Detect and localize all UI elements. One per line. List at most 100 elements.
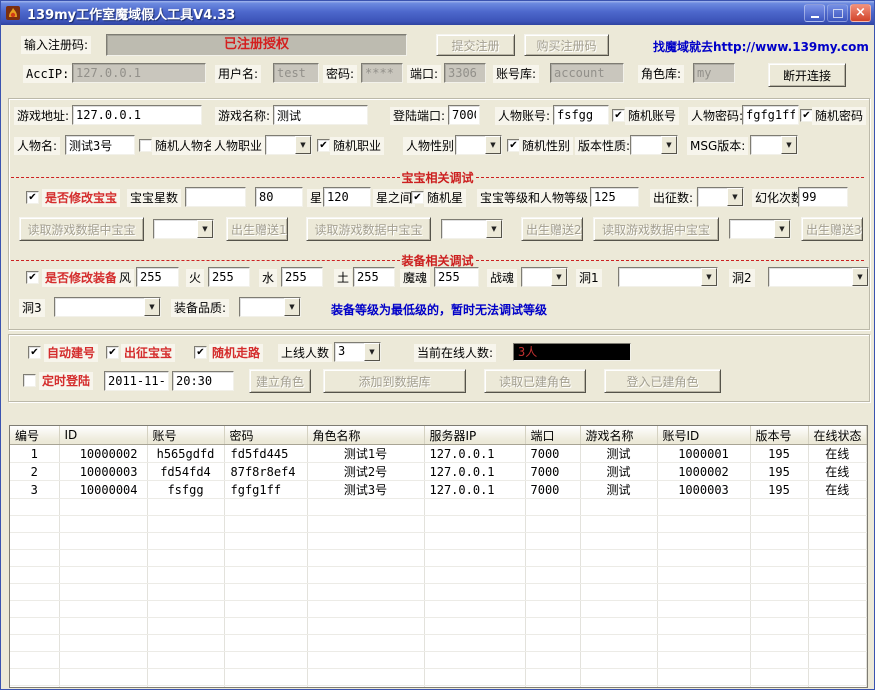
hole3-value [55, 298, 144, 316]
pet-star-input[interactable] [185, 187, 246, 207]
add-to-db-button: 添加到数据库 [323, 369, 466, 393]
star-max-input[interactable] [323, 187, 371, 207]
table-cell: 测试3号 [307, 481, 424, 499]
table-row[interactable] [10, 618, 867, 635]
column-header[interactable]: 账号 [147, 426, 224, 445]
online-count-select[interactable]: 3 ▼ [334, 342, 381, 362]
hole1-select[interactable]: ▼ [618, 267, 718, 287]
auto-create-checkbox[interactable]: ✔ [28, 346, 41, 359]
column-header[interactable]: 角色名称 [307, 426, 424, 445]
minimize-button-icon[interactable] [804, 4, 825, 22]
column-header[interactable]: 编号 [10, 426, 59, 445]
modify-pet-checkbox[interactable]: ✔ [26, 191, 39, 204]
column-header[interactable]: 账号ID [657, 426, 750, 445]
maximize-button-icon[interactable] [827, 4, 848, 22]
random-walk-checkbox[interactable]: ✔ [194, 346, 207, 359]
table-row[interactable]: 310000004fsfggfgfg1ff测试3号127.0.0.17000测试… [10, 481, 867, 499]
random-job-checkbox[interactable]: ✔ [317, 139, 330, 152]
random-account-checkbox[interactable]: ✔ [612, 109, 625, 122]
table-cell [59, 601, 147, 618]
table-row[interactable]: 210000003fd54fd487f8r8ef4测试2号127.0.0.170… [10, 463, 867, 481]
char-password-label: 人物密码: [688, 107, 746, 125]
table-row[interactable] [10, 635, 867, 652]
table-cell [808, 584, 867, 601]
battle-count-select[interactable]: ▼ [697, 187, 744, 207]
pet-level-input[interactable] [590, 187, 639, 207]
table-row[interactable] [10, 499, 867, 516]
table-row[interactable] [10, 550, 867, 567]
chevron-down-icon: ▼ [774, 220, 790, 238]
column-header[interactable]: 端口 [525, 426, 580, 445]
war-soul-select[interactable]: ▼ [521, 267, 568, 287]
close-button-icon[interactable]: × [850, 4, 871, 22]
table-row[interactable] [10, 652, 867, 669]
column-header[interactable]: ID [59, 426, 147, 445]
column-header[interactable]: 在线状态 [808, 426, 867, 445]
column-header[interactable]: 版本号 [750, 426, 808, 445]
read-pet-button-2: 读取游戏数据中宝宝 [306, 217, 431, 241]
gender-select[interactable]: ▼ [455, 135, 502, 155]
table-row[interactable] [10, 533, 867, 550]
login-port-input[interactable] [448, 105, 480, 125]
website-link[interactable]: 找魔域就去http://www.139my.com [653, 38, 869, 55]
disconnect-button[interactable]: 断开连接 [768, 63, 846, 87]
column-header[interactable]: 密码 [224, 426, 307, 445]
column-header[interactable]: 游戏名称 [580, 426, 657, 445]
hole1-label: 洞1 [576, 269, 602, 287]
table-row[interactable] [10, 669, 867, 686]
random-star-checkbox[interactable]: ✔ [411, 191, 424, 204]
table-row[interactable] [10, 584, 867, 601]
table-row[interactable] [10, 686, 867, 689]
pet-battle-checkbox[interactable]: ✔ [106, 346, 119, 359]
quality-select[interactable]: ▼ [239, 297, 301, 317]
results-table[interactable]: 编号ID账号密码角色名称服务器IP端口游戏名称账号ID版本号在线状态 11000… [9, 425, 868, 688]
login-time-input[interactable] [172, 371, 234, 391]
hole3-select[interactable]: ▼ [54, 297, 161, 317]
table-row[interactable] [10, 567, 867, 584]
titlebar[interactable]: 139my工作室魔域假人工具V4.33 × [1, 1, 874, 25]
magic-soul-input[interactable] [434, 267, 479, 287]
game-name-input[interactable] [273, 105, 368, 125]
water-input[interactable] [281, 267, 323, 287]
pet-select-1[interactable]: ▼ [153, 219, 214, 239]
gender-select-value [456, 136, 485, 154]
chevron-down-icon: ▼ [144, 298, 160, 316]
wind-input[interactable] [136, 267, 179, 287]
char-password-input[interactable] [742, 105, 799, 125]
login-date-input[interactable] [104, 371, 169, 391]
password-label: 密码: [323, 65, 357, 83]
water-label: 水 [259, 269, 277, 287]
pet-select-3[interactable]: ▼ [729, 219, 791, 239]
modify-equip-checkbox[interactable]: ✔ [26, 271, 39, 284]
earth-input[interactable] [353, 267, 395, 287]
morph-count-input[interactable] [798, 187, 848, 207]
table-row[interactable] [10, 516, 867, 533]
job-select[interactable]: ▼ [265, 135, 312, 155]
pet-select-2[interactable]: ▼ [441, 219, 503, 239]
game-addr-input[interactable] [72, 105, 202, 125]
table-cell [59, 652, 147, 669]
table-cell: 2 [10, 463, 59, 481]
msg-version-select[interactable]: ▼ [750, 135, 798, 155]
star-min-input[interactable] [255, 187, 303, 207]
table-cell [657, 686, 750, 689]
current-online-display: 3人 [513, 343, 631, 361]
char-account-input[interactable] [553, 105, 609, 125]
table-cell [525, 669, 580, 686]
table-row[interactable]: 110000002h565gdfdfd5fd445测试1号127.0.0.170… [10, 445, 867, 463]
table-cell [580, 652, 657, 669]
table-cell: 127.0.0.1 [424, 445, 525, 463]
character-settings-row: 人物名: 随机人物名 人物职业 ▼ ✔ 随机职业 人物性别 ▼ ✔ 随机性别 版… [1, 135, 874, 159]
hole2-select[interactable]: ▼ [768, 267, 869, 287]
hole2-label: 洞2 [729, 269, 755, 287]
timed-login-checkbox[interactable] [23, 374, 36, 387]
char-name-input[interactable] [65, 135, 135, 155]
table-row[interactable] [10, 601, 867, 618]
column-header[interactable]: 服务器IP [424, 426, 525, 445]
version-type-select[interactable]: ▼ [630, 135, 678, 155]
table-cell [750, 601, 808, 618]
random-name-checkbox[interactable] [139, 139, 152, 152]
table-cell: 7000 [525, 481, 580, 499]
birth-gift-3-button: 出生赠送3 [801, 217, 863, 241]
fire-input[interactable] [208, 267, 250, 287]
